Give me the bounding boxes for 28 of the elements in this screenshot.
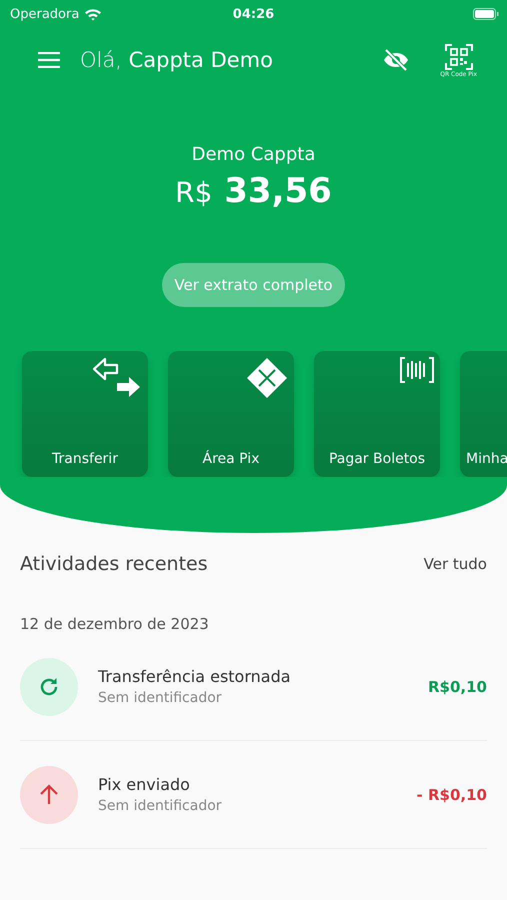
wifi-icon — [84, 8, 102, 20]
transaction-row[interactable]: Transferência estornada Sem identificador R$0,10 — [20, 633, 487, 741]
eye-slash-icon[interactable] — [382, 48, 410, 72]
shortcut-card[interactable]: Área Pix — [168, 351, 294, 477]
transaction-row[interactable]: Pix enviado Sem identificador - R$0,10 — [20, 741, 487, 849]
date-heading: 12 de dezembro de 2023 — [20, 615, 210, 633]
pix-diamond-icon — [246, 357, 288, 399]
barcode-icon — [400, 357, 434, 383]
carrier-name: Operadora — [10, 6, 80, 22]
qr-code-icon — [444, 42, 474, 70]
shortcut-card[interactable]: Pagar Boletos — [314, 351, 440, 477]
transaction-title: Transferência estornada — [98, 667, 291, 686]
menu-icon[interactable] — [38, 52, 60, 68]
transaction-amount: R$0,10 — [428, 678, 487, 696]
transaction-subtitle: Sem identificador — [98, 798, 222, 814]
balance-amount: R$ 33,56 — [175, 171, 332, 211]
battery-icon — [473, 8, 499, 20]
status-time: 04:26 — [232, 6, 276, 22]
account-name: Demo Cappta — [192, 144, 316, 165]
transaction-subtitle: Sem identificador — [98, 690, 223, 706]
transaction-title: Pix enviado — [98, 775, 191, 794]
transaction-amount: - R$0,10 — [416, 786, 487, 804]
transfer-arrows-icon — [92, 357, 142, 399]
shortcut-card[interactable]: Transferir — [22, 351, 148, 477]
shortcut-card[interactable]: Minha — [460, 351, 507, 477]
greeting: Olá, Cappta Demo — [80, 48, 273, 72]
section-title: Atividades recentes — [20, 553, 208, 575]
see-all-link[interactable]: Ver tudo — [424, 555, 487, 573]
